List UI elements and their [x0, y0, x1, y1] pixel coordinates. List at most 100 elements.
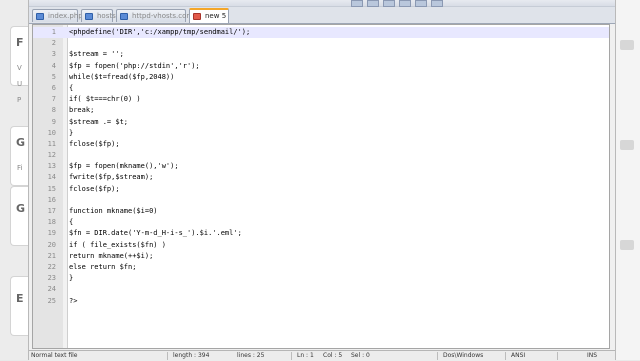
code-line[interactable]: 22 else return $fn;: [33, 262, 609, 273]
line-number: 25: [47, 296, 56, 305]
background-letter: G: [16, 136, 26, 149]
file-modified-icon: [193, 13, 201, 20]
line-number: 18: [47, 218, 56, 227]
tab-new-5[interactable]: new 5: [189, 8, 229, 23]
background-element: [620, 140, 634, 150]
line-number: 13: [47, 162, 56, 171]
code-text[interactable]: }: [69, 273, 73, 284]
code-text[interactable]: function mkname($i=0): [69, 206, 158, 217]
code-line[interactable]: 23}: [33, 273, 609, 284]
code-text[interactable]: $fp = fopen(mkname(),'w');: [69, 161, 179, 172]
code-text[interactable]: fclose($fp);: [69, 184, 120, 195]
code-line[interactable]: 15 fclose($fp);: [33, 184, 609, 195]
code-line[interactable]: 19 $fn = DIR.date('Y-m-d_H-i-s_').$i.'.em…: [33, 228, 609, 239]
toolbar: [29, 0, 615, 7]
code-text[interactable]: $stream = '';: [69, 49, 124, 60]
code-text[interactable]: $fn = DIR.date('Y-m-d_H-i-s_').$i.'.eml'…: [69, 228, 242, 239]
code-text[interactable]: ?>: [69, 296, 77, 307]
code-line[interactable]: 3 $stream = '';: [33, 49, 609, 60]
toolbar-button[interactable]: [399, 0, 411, 7]
code-text[interactable]: fwrite($fp,$stream);: [69, 172, 153, 183]
code-text[interactable]: fclose($fp);: [69, 139, 120, 150]
line-number: 22: [47, 262, 56, 271]
code-text[interactable]: $fp = fopen('php://stdin','r');: [69, 61, 200, 72]
code-line[interactable]: 24: [33, 284, 609, 295]
tab-label: httpd-vhosts.conf: [132, 12, 194, 20]
code-line[interactable]: 10}: [33, 128, 609, 139]
line-number: 9: [51, 117, 56, 126]
background-app-left: F V U P G Fi G E: [0, 0, 31, 360]
code-text[interactable]: $stream .= $t;: [69, 117, 128, 128]
code-line[interactable]: 2: [33, 38, 609, 49]
line-number: 2: [51, 39, 56, 48]
code-line[interactable]: 14 fwrite($fp,$stream);: [33, 172, 609, 183]
tab-bar: index.php hosts httpd-vhosts.conf new 5: [29, 7, 615, 24]
line-number: 17: [47, 207, 56, 215]
status-bar: Normal text file length : 394 lines : 25…: [29, 350, 615, 361]
code-text[interactable]: {: [69, 83, 73, 94]
background-letter: V: [17, 64, 22, 72]
tab-hosts[interactable]: hosts: [81, 9, 116, 22]
code-line[interactable]: 25 ?>: [33, 296, 609, 307]
line-number: 10: [47, 128, 56, 137]
line-number: 16: [47, 195, 56, 204]
status-divider: [505, 352, 506, 360]
code-line[interactable]: 4 $fp = fopen('php://stdin','r');: [33, 61, 609, 72]
line-number: 4: [51, 61, 56, 70]
file-saved-icon: [85, 13, 93, 20]
code-line[interactable]: 17 function mkname($i=0): [33, 206, 609, 217]
code-line[interactable]: 9 $stream .= $t;: [33, 117, 609, 128]
tab-label: index.php: [48, 12, 83, 20]
code-line[interactable]: 13 $fp = fopen(mkname(),'w');: [33, 161, 609, 172]
tab-index-php[interactable]: index.php: [32, 9, 83, 22]
code-text[interactable]: }: [69, 128, 73, 139]
code-line[interactable]: 11 fclose($fp);: [33, 139, 609, 150]
line-number: 14: [47, 173, 56, 182]
background-element: [620, 240, 634, 250]
code-text[interactable]: return mkname(++$i);: [69, 251, 153, 262]
background-letter: G: [16, 202, 26, 215]
code-text[interactable]: <phpdefine('DIR','c:/xampp/tmp/sendmail/…: [69, 27, 250, 38]
tab-label: hosts: [97, 12, 116, 20]
code-line[interactable]: 21 return mkname(++$i);: [33, 251, 609, 262]
code-text[interactable]: {: [69, 217, 73, 228]
status-divider: [557, 352, 558, 360]
code-text[interactable]: break;: [69, 105, 94, 116]
background-letter: P: [17, 96, 22, 104]
line-number: 3: [51, 50, 56, 59]
code-line[interactable]: 18 {: [33, 217, 609, 228]
line-number: 8: [51, 106, 56, 115]
code-text[interactable]: else return $fn;: [69, 262, 136, 273]
code-editor[interactable]: 1 <phpdefine('DIR','c:/xampp/tmp/sendmail…: [32, 24, 610, 349]
code-line[interactable]: 16: [33, 195, 609, 206]
line-number: 15: [47, 184, 56, 193]
code-line[interactable]: 8 break;: [33, 105, 609, 116]
toolbar-button[interactable]: [351, 0, 363, 7]
code-line[interactable]: 6{: [33, 83, 609, 94]
code-text[interactable]: while($t=fread($fp,2048)): [69, 72, 174, 83]
toolbar-button[interactable]: [415, 0, 427, 7]
status-divider: [291, 352, 292, 360]
line-number: 5: [51, 72, 56, 81]
background-letter: E: [16, 292, 24, 305]
code-text[interactable]: if( $t===chr(0) ): [69, 94, 141, 105]
line-number: 20: [47, 240, 56, 249]
editor-window: index.php hosts httpd-vhosts.conf new 5 …: [28, 0, 616, 361]
line-number: 19: [47, 229, 56, 238]
toolbar-button[interactable]: [383, 0, 395, 7]
line-number: 1: [51, 28, 56, 36]
code-line[interactable]: 7 if( $t===chr(0) ): [33, 94, 609, 105]
line-number: 12: [47, 151, 56, 160]
toolbar-button[interactable]: [431, 0, 443, 7]
code-lines: 1 <phpdefine('DIR','c:/xampp/tmp/sendmail…: [33, 27, 609, 307]
background-element: [620, 40, 634, 50]
line-number: 21: [47, 251, 56, 260]
code-line[interactable]: 1 <phpdefine('DIR','c:/xampp/tmp/sendmail…: [33, 27, 609, 39]
status-divider: [437, 352, 438, 360]
code-line[interactable]: 20 if ( file_exists($fn) ): [33, 240, 609, 251]
code-line[interactable]: 5 while($t=fread($fp,2048)): [33, 72, 609, 83]
code-line[interactable]: 12: [33, 150, 609, 161]
toolbar-button[interactable]: [367, 0, 379, 7]
code-text[interactable]: if ( file_exists($fn) ): [69, 240, 166, 251]
tab-httpd-vhosts-conf[interactable]: httpd-vhosts.conf: [116, 9, 193, 22]
